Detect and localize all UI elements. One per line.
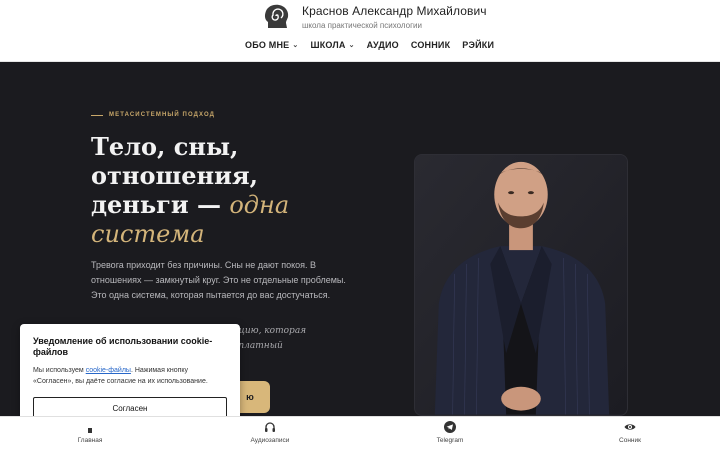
author-photo: [414, 154, 628, 416]
chevron-down-icon: ⌄: [348, 42, 355, 49]
title-accent: система: [91, 220, 205, 248]
kicker-divider: [91, 114, 103, 116]
bottom-nav-label: Главная: [77, 437, 103, 444]
nav-item-dreambook[interactable]: СОННИК: [411, 40, 450, 50]
title-line-plain: деньги —: [91, 190, 230, 219]
title-line: Тело, сны,: [91, 132, 239, 161]
brand-name: Краснов Александр Михайлович: [302, 4, 487, 18]
lead2-line: есплатный: [228, 341, 283, 351]
brand[interactable]: Краснов Александр Михайлович школа практ…: [262, 0, 487, 34]
person-portrait-icon: [415, 155, 627, 415]
cookie-text-before: Мы используем: [33, 367, 86, 374]
chevron-down-icon: ⌄: [292, 42, 299, 49]
cookie-policy-link[interactable]: cookie-файлы: [86, 367, 131, 374]
bottom-nav: Главная Аудиозаписи Telegram Сонник: [0, 416, 720, 450]
bottom-nav-home[interactable]: Главная: [45, 421, 135, 444]
cookie-banner: Уведомление об использовании cookie-файл…: [20, 324, 240, 428]
nav-item-label: ШКОЛА: [310, 40, 346, 50]
eye-icon: [624, 424, 636, 430]
nav-item-label: РЭЙКИ: [462, 40, 495, 50]
nav-item-reiki[interactable]: РЭЙКИ: [462, 40, 494, 50]
kicker-text: МЕТАСИСТЕМНЫЙ ПОДХОД: [109, 112, 216, 118]
head-spiral-logo-icon: [264, 4, 289, 28]
hero-kicker: МЕТАСИСТЕМНЫЙ ПОДХОД: [91, 112, 215, 118]
lead2-line: уацию, которая: [228, 326, 307, 336]
telegram-icon: [444, 421, 456, 433]
headphones-icon: [265, 422, 275, 432]
bottom-nav-audio[interactable]: Аудиозаписи: [225, 421, 315, 444]
site-header: Краснов Александр Михайлович школа практ…: [0, 0, 720, 62]
nav-item-label: СОННИК: [410, 40, 451, 50]
hero-title: Тело, сны, отношения, деньги — одна сист…: [91, 132, 391, 249]
cookie-text: Мы используем cookie-файлы. Нажимая кноп…: [33, 365, 227, 387]
bottom-nav-label: Сонник: [619, 437, 641, 444]
bottom-nav-telegram[interactable]: Telegram: [405, 421, 495, 444]
main-nav: ОБО МНЕ ⌄ ШКОЛА ⌄ АУДИО СОННИК РЭЙКИ: [245, 40, 494, 50]
title-line: деньги — одна: [91, 190, 391, 220]
nav-item-label: ОБО МНЕ: [245, 40, 290, 50]
home-icon: [88, 428, 92, 433]
bottom-nav-label: Аудиозаписи: [250, 437, 290, 444]
brand-subtitle: школа практической психологии: [302, 21, 422, 30]
hero-lead-secondary: уацию, которая есплатный: [228, 324, 348, 354]
bottom-nav-label: Telegram: [436, 437, 464, 444]
nav-item-about[interactable]: ОБО МНЕ ⌄: [245, 40, 298, 50]
cookie-title: Уведомление об использовании cookie-файл…: [33, 336, 213, 357]
title-line: отношения,: [91, 161, 258, 190]
hero-lead: Тревога приходит без причины. Сны не даю…: [91, 260, 346, 300]
nav-item-school[interactable]: ШКОЛА ⌄: [310, 40, 354, 50]
title-accent: одна: [229, 191, 290, 219]
bottom-nav-dreambook[interactable]: Сонник: [585, 421, 675, 444]
nav-item-label: АУДИО: [366, 40, 399, 50]
nav-item-audio[interactable]: АУДИО: [367, 40, 399, 50]
